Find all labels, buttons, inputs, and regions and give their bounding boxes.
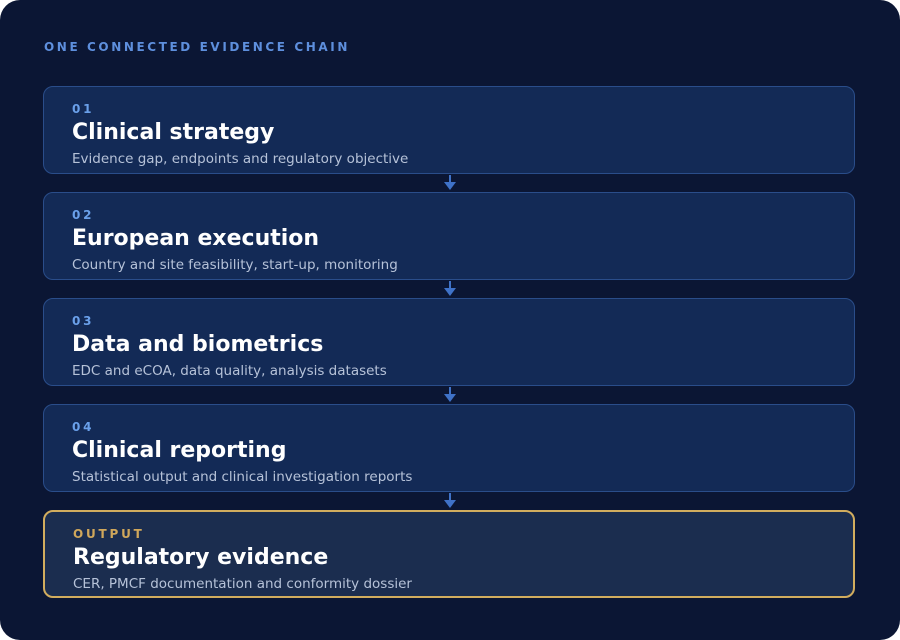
step-description: EDC and eCOA, data quality, analysis dat…: [72, 363, 387, 379]
step-number: 04: [72, 420, 95, 434]
arrow-down-icon: [444, 387, 456, 402]
arrow-down-icon: [444, 493, 456, 508]
arrow-down-icon: [444, 175, 456, 190]
step-card-clinical-reporting: 04 Clinical reporting Statistical output…: [43, 404, 855, 492]
section-eyebrow: ONE CONNECTED EVIDENCE CHAIN: [44, 40, 351, 54]
step-description: Evidence gap, endpoints and regulatory o…: [72, 151, 409, 167]
step-number: 01: [72, 102, 95, 116]
step-number: 02: [72, 208, 95, 222]
step-card-european-execution: 02 European execution Country and site f…: [43, 192, 855, 280]
output-card-regulatory-evidence: OUTPUT Regulatory evidence CER, PMCF doc…: [43, 510, 855, 598]
step-description: Statistical output and clinical investig…: [72, 469, 413, 485]
step-number: 03: [72, 314, 95, 328]
step-description: Country and site feasibility, start-up, …: [72, 257, 398, 273]
step-title: Clinical reporting: [72, 438, 287, 463]
step-card-clinical-strategy: 01 Clinical strategy Evidence gap, endpo…: [43, 86, 855, 174]
output-label: OUTPUT: [73, 527, 145, 541]
step-title: Data and biometrics: [72, 332, 324, 357]
step-title: Clinical strategy: [72, 120, 275, 145]
output-title: Regulatory evidence: [73, 545, 329, 570]
output-description: CER, PMCF documentation and conformity d…: [73, 576, 412, 592]
arrow-down-icon: [444, 281, 456, 296]
evidence-chain-panel: ONE CONNECTED EVIDENCE CHAIN 01 Clinical…: [0, 0, 900, 640]
step-title: European execution: [72, 226, 320, 251]
step-card-data-and-biometrics: 03 Data and biometrics EDC and eCOA, dat…: [43, 298, 855, 386]
